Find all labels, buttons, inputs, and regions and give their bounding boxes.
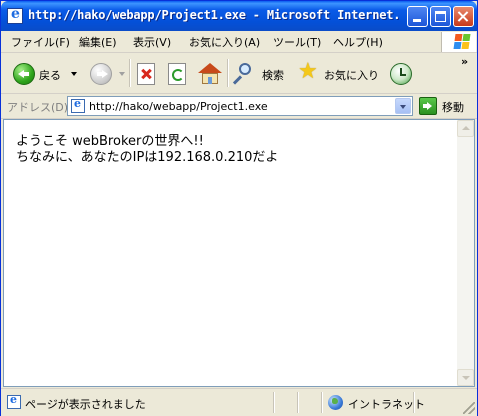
menu-help[interactable]: ヘルプ(H) [333,34,383,50]
page-content: ようこそ webBrokerの世界へ!! ちなみに、あなたのIPは192.168… [3,119,475,387]
forward-dropdown-icon[interactable] [119,72,125,76]
history-icon[interactable] [390,63,412,85]
menu-favorites[interactable]: お気に入り(A) [189,34,260,50]
status-page-icon [7,393,21,409]
close-button[interactable] [453,6,474,27]
page-body-text: ようこそ webBrokerの世界へ!! ちなみに、あなたのIPは192.168… [16,134,278,166]
stop-icon[interactable] [137,63,155,85]
address-dropdown-button[interactable] [395,98,411,114]
intranet-globe-icon [328,395,343,410]
address-input[interactable]: http://hako/webapp/Project1.exe [67,96,413,116]
toolbar-separator [129,59,131,87]
search-button-label[interactable]: 検索 [262,67,284,83]
scroll-down-button[interactable] [457,369,474,386]
ie-window: http://hako/webapp/Project1.exe - Micros… [0,0,478,416]
favorites-button-label[interactable]: お気に入り [324,67,379,83]
windows-logo-icon [441,32,476,52]
refresh-icon[interactable] [168,63,186,85]
scroll-up-button[interactable] [457,120,474,137]
status-message: ページが表示されました [25,398,146,411]
standard-toolbar: 戻る 検索 ★ お気に入り » [1,53,477,94]
search-icon[interactable] [232,63,259,87]
minimize-icon [413,19,421,22]
window-title: http://hako/webapp/Project1.exe - Micros… [28,8,400,22]
vertical-scrollbar[interactable] [457,120,474,386]
back-button-label[interactable]: 戻る [39,67,61,83]
go-button-label[interactable]: 移動 [442,99,464,115]
address-bar: アドレス(D) http://hako/webapp/Project1.exe … [1,94,477,119]
close-icon [454,7,473,26]
title-bar[interactable]: http://hako/webapp/Project1.exe - Micros… [1,1,477,31]
menu-view[interactable]: 表示(V) [133,34,171,50]
resize-grip[interactable] [463,402,475,414]
menu-bar: ファイル(F) 編集(E) 表示(V) お気に入り(A) ツール(T) ヘルプ(… [1,31,477,53]
status-separator [297,392,299,413]
maximize-icon [435,11,446,22]
status-separator [321,392,323,413]
go-arrow-icon[interactable] [419,97,437,115]
toolbar-overflow-chevron[interactable]: » [461,55,468,68]
status-bar: ページが表示されました イントラネット [1,388,477,416]
maximize-button[interactable] [430,6,451,27]
minimize-button[interactable] [407,6,428,27]
page-icon [71,97,85,113]
status-separator [273,392,275,413]
back-arrow-icon[interactable] [13,63,35,85]
status-separator [413,392,415,413]
address-url[interactable]: http://hako/webapp/Project1.exe [89,100,268,113]
menu-edit[interactable]: 編集(E) [79,34,117,50]
address-label: アドレス(D) [7,101,69,114]
favorites-star-icon[interactable]: ★ [298,61,318,83]
forward-arrow-icon[interactable] [90,63,112,85]
back-dropdown-icon[interactable] [71,72,77,76]
toolbar-separator [227,59,229,87]
ie-app-icon[interactable] [7,6,23,24]
welcome-line: ようこそ webBrokerの世界へ!! [16,134,204,149]
menu-tools[interactable]: ツール(T) [273,34,321,50]
ip-line: ちなみに、あなたのIPは192.168.0.210だよ [16,150,279,165]
menu-file[interactable]: ファイル(F) [11,34,70,50]
home-icon[interactable] [198,63,222,85]
